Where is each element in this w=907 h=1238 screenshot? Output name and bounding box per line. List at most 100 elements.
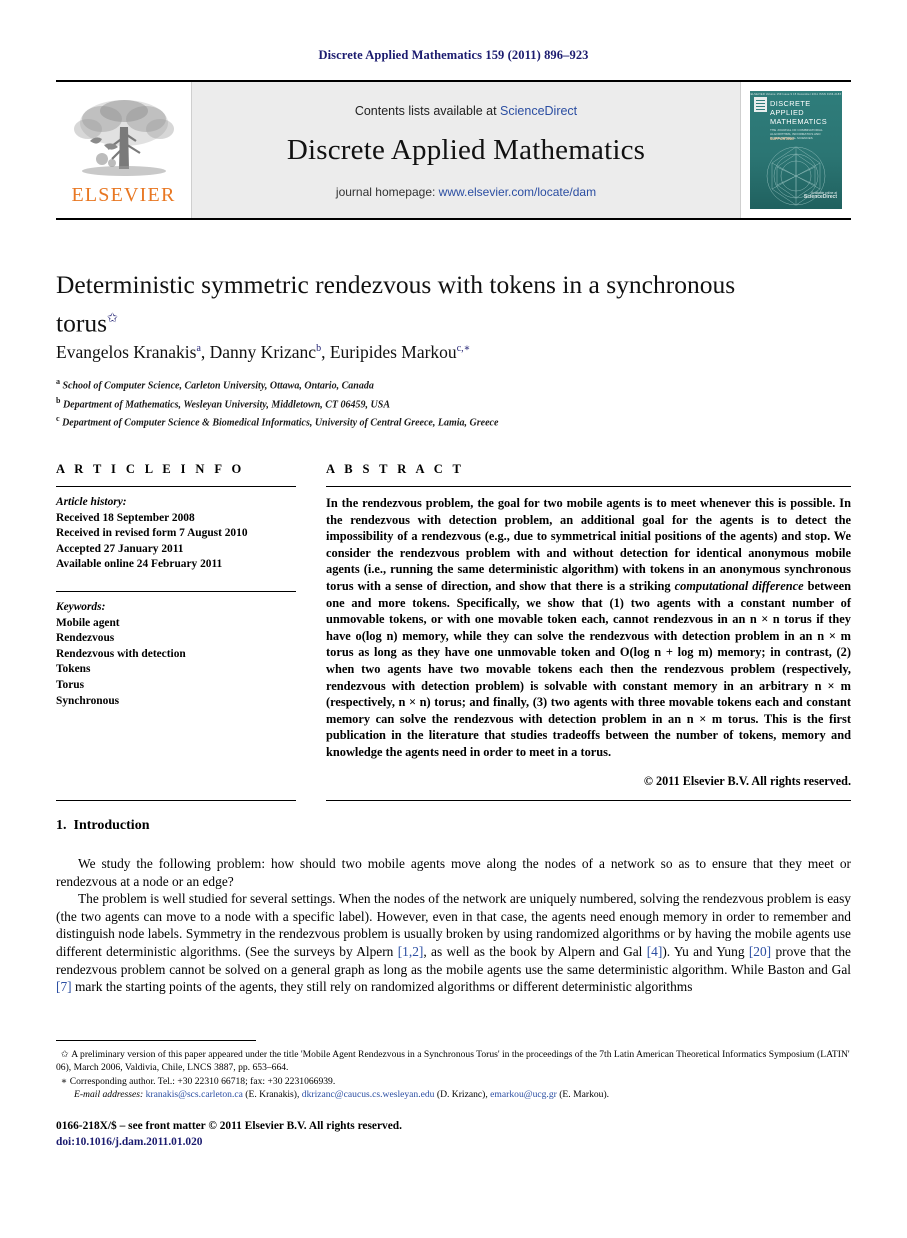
paragraph: The problem is well studied for several … xyxy=(56,890,851,996)
article-title: Deterministic symmetric rendezvous with … xyxy=(56,268,776,340)
affiliation-mark: b xyxy=(56,395,61,405)
doi-line[interactable]: doi:10.1016/j.dam.2011.01.020 xyxy=(56,1134,402,1150)
journal-homepage-line: journal homepage: www.elsevier.com/locat… xyxy=(336,185,596,199)
elsevier-logo: ELSEVIER xyxy=(56,82,191,218)
elsevier-tree-icon xyxy=(73,100,174,176)
cover-title-line2: APPLIED xyxy=(770,108,805,117)
footnote-corr-text: Corresponding author. Tel.: +30 22310 66… xyxy=(69,1075,336,1087)
section-heading-introduction: 1. Introduction xyxy=(56,818,149,834)
abstract-divider xyxy=(326,486,851,487)
section-title: Introduction xyxy=(73,818,150,833)
paragraph-segment: , as well as the book by Alpern and Gal xyxy=(423,943,647,959)
citation-link[interactable]: [1,2] xyxy=(398,944,424,959)
email-owner: (E. Kranakis) xyxy=(245,1089,297,1101)
email-owner: (D. Krizanc) xyxy=(436,1089,486,1101)
keyword-item: Torus xyxy=(56,678,85,691)
cover-title-line1: DISCRETE xyxy=(770,99,811,108)
affiliation-mark: a xyxy=(56,377,60,386)
cover-title-line3: MATHEMATICS xyxy=(770,117,828,126)
affiliation-item: a School of Computer Science, Carleton U… xyxy=(56,375,816,394)
author-name: Danny Krizanc xyxy=(209,342,317,362)
affiliation-list: a School of Computer Science, Carleton U… xyxy=(56,375,816,431)
footnote-block: ✩ A preliminary version of this paper ap… xyxy=(56,1048,851,1102)
citation-link[interactable]: [7] xyxy=(56,979,72,994)
masthead-center: Contents lists available at ScienceDirec… xyxy=(191,82,741,218)
contents-available-line: Contents lists available at ScienceDirec… xyxy=(355,104,577,118)
cover-elsevier-icon xyxy=(754,97,767,112)
footnote-corresponding: ∗ Corresponding author. Tel.: +30 22310 … xyxy=(56,1075,851,1088)
affiliation-item: b Department of Mathematics, Wesleyan Un… xyxy=(56,394,816,413)
abstract-text: In the rendezvous problem, the goal for … xyxy=(326,495,851,761)
email-link[interactable]: dkrizanc@caucus.cs.wesleyan.edu xyxy=(302,1089,435,1100)
cover-title: DISCRETE APPLIED MATHEMATICS xyxy=(770,99,839,126)
section-number: 1. xyxy=(56,818,67,833)
footnote-emails: E-mail addresses: kranakis@scs.carleton.… xyxy=(74,1089,610,1101)
author-name: Euripides Markou xyxy=(329,342,457,362)
history-item: Accepted 27 January 2011 xyxy=(56,542,184,555)
abstract-column: A B S T R A C T In the rendezvous proble… xyxy=(326,462,851,789)
article-info-heading: A R T I C L E I N F O xyxy=(56,462,245,476)
journal-title: Discrete Applied Mathematics xyxy=(286,133,646,166)
history-item: Received 18 September 2008 xyxy=(56,511,195,524)
paragraph: We study the following problem: how shou… xyxy=(56,856,851,889)
keyword-item: Rendezvous with detection xyxy=(56,647,186,660)
paper-page: Discrete Applied Mathematics 159 (2011) … xyxy=(0,0,907,1238)
keyword-item: Rendezvous xyxy=(56,632,115,645)
footnote-divider xyxy=(56,1040,256,1041)
info-divider xyxy=(56,486,296,487)
keyword-item: Mobile agent xyxy=(56,616,120,629)
body-content: We study the following problem: how shou… xyxy=(56,855,851,996)
imprint-block: 0166-218X/$ – see front matter © 2011 El… xyxy=(56,1118,402,1150)
keywords-divider xyxy=(56,590,296,592)
contents-prefix: Contents lists available at xyxy=(354,103,501,118)
author-list: Evangelos Kranakisa, Danny Krizancb, Eur… xyxy=(56,342,471,362)
journal-homepage-link[interactable]: www.elsevier.com/locate/dam xyxy=(439,185,596,199)
elsevier-wordmark: ELSEVIER xyxy=(71,184,176,206)
history-item: Received in revised form 7 August 2010 xyxy=(56,527,248,540)
abstract-copyright: © 2011 Elsevier B.V. All rights reserved… xyxy=(643,773,851,788)
footnote-star: ✩ A preliminary version of this paper ap… xyxy=(56,1048,851,1075)
article-title-text: Deterministic symmetric rendezvous with … xyxy=(56,270,736,338)
journal-cover-thumbnail: ELSEVIER Volume 159 Issue 9 15 December … xyxy=(741,82,851,218)
journal-masthead: ELSEVIER Contents lists available at Sci… xyxy=(56,80,851,220)
issn-line: 0166-218X/$ – see front matter © 2011 El… xyxy=(56,1120,402,1132)
footnote-star-text: A preliminary version of this paper appe… xyxy=(56,1049,850,1074)
citation-link[interactable]: [4] xyxy=(647,944,663,959)
title-footnote-mark: ✩ xyxy=(107,310,118,325)
author-affil-mark: a xyxy=(196,343,201,355)
sciencedirect-link[interactable]: ScienceDirect xyxy=(500,104,577,118)
abstract-emphasis: computational difference xyxy=(674,578,804,593)
cover-badge: SUPPORTING xyxy=(770,137,794,141)
history-item: Available online 24 February 2011 xyxy=(56,558,223,571)
affiliation-text: Department of Computer Science & Biomedi… xyxy=(62,417,499,429)
keyword-item: Synchronous xyxy=(56,694,120,707)
cover-footer: Available online at ScienceDirect xyxy=(803,191,837,200)
affiliation-text: School of Computer Science, Carleton Uni… xyxy=(62,380,374,392)
homepage-prefix: journal homepage: xyxy=(335,184,439,199)
email-label: E-mail addresses: xyxy=(74,1089,144,1101)
info-bottom-divider xyxy=(56,800,296,801)
paragraph-segment: mark the starting points of the agents, … xyxy=(71,979,693,995)
article-info-column: A R T I C L E I N F O Article history: R… xyxy=(56,462,296,709)
footnote-corr-mark: ∗ xyxy=(60,1075,68,1087)
affiliation-item: c Department of Computer Science & Biome… xyxy=(56,412,816,431)
footnote-star-mark: ✩ xyxy=(60,1049,69,1060)
abstract-bottom-divider xyxy=(326,800,851,801)
abstract-part-2: between one and more tokens. Specificall… xyxy=(326,578,851,759)
author-affil-mark: b xyxy=(316,343,322,355)
article-history-label: Article history: xyxy=(56,496,127,508)
email-link[interactable]: emarkou@ucg.gr xyxy=(490,1089,557,1100)
keyword-item: Tokens xyxy=(56,663,91,676)
email-link[interactable]: kranakis@scs.carleton.ca xyxy=(146,1089,243,1100)
affiliation-mark: c xyxy=(56,414,60,424)
cover-footer-brand: ScienceDirect xyxy=(803,194,837,200)
running-head: Discrete Applied Mathematics 159 (2011) … xyxy=(318,48,589,62)
author-affil-mark: c,∗ xyxy=(456,343,471,355)
email-owner: (E. Markou) xyxy=(559,1089,607,1101)
paragraph-segment: ). Yu and Yung xyxy=(662,943,749,959)
keywords-label: Keywords: xyxy=(56,600,106,613)
abstract-heading: A B S T R A C T xyxy=(326,462,465,476)
affiliation-text: Department of Mathematics, Wesleyan Univ… xyxy=(62,398,390,410)
citation-link[interactable]: [20] xyxy=(749,944,771,959)
author-name: Evangelos Kranakis xyxy=(56,342,197,362)
